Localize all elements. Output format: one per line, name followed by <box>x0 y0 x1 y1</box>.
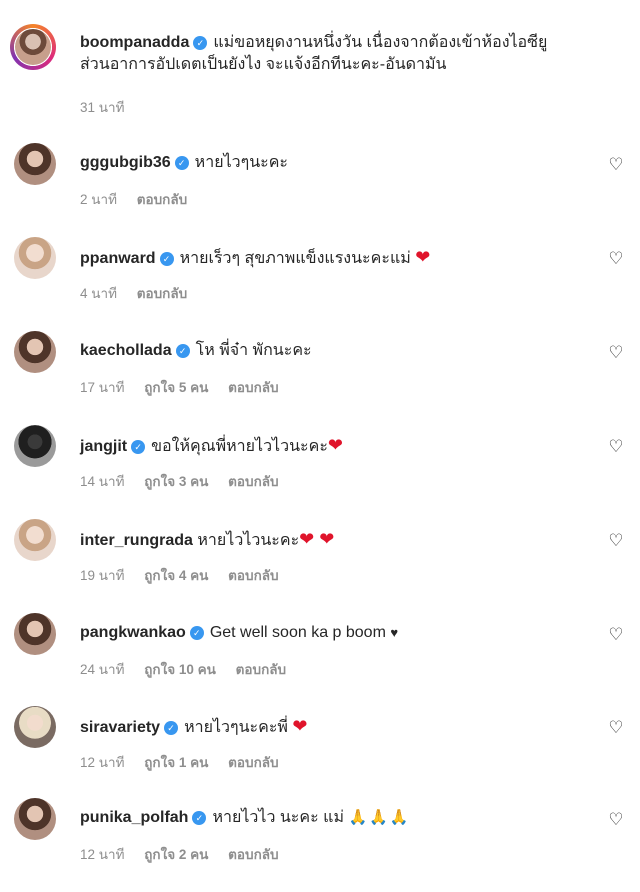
comment-username[interactable]: ppanward <box>80 250 156 267</box>
red-heart-emoji: ❤ <box>415 247 431 267</box>
red-heart-emoji: ❤ ❤ <box>299 529 335 549</box>
praying-hands-emoji: 🙏🙏🙏 <box>348 809 411 826</box>
author-username[interactable]: boompanadda <box>80 34 189 51</box>
caption-text: boompanadda ✓ แม่ขอหยุดงานหนึ่งวัน เนื่องจ… <box>80 32 620 76</box>
reply-button[interactable]: ตอบกลับ <box>137 192 187 207</box>
like-heart-icon[interactable]: ♡ <box>607 811 625 829</box>
comment-timestamp: 12 นาที <box>80 847 125 862</box>
comment-text: หายไวๆนะคะพี่ <box>184 719 288 736</box>
like-heart-icon[interactable]: ♡ <box>607 626 625 644</box>
reply-button[interactable]: ตอบกลับ <box>228 847 278 862</box>
author-avatar[interactable] <box>10 24 56 70</box>
comment-item: gggubgib36 ✓ หายไวๆนะคะ 2 นาที ตอบกลับ ♡ <box>0 143 640 237</box>
comment-timestamp: 4 นาที <box>80 286 117 301</box>
avatar[interactable] <box>14 613 56 655</box>
verified-badge-icon: ✓ <box>131 440 146 454</box>
like-heart-icon[interactable]: ♡ <box>607 532 625 550</box>
avatar[interactable] <box>14 425 56 467</box>
like-count[interactable]: ถูกใจ 2 คน <box>144 847 208 862</box>
reply-button[interactable]: ตอบกลับ <box>228 755 278 770</box>
comment-text: หายเร็วๆ สุขภาพแข็งแรงนะคะแม่ <box>179 250 411 267</box>
reply-button[interactable]: ตอบกลับ <box>137 286 187 301</box>
avatar[interactable] <box>14 519 56 561</box>
like-heart-icon[interactable]: ♡ <box>607 438 625 456</box>
comment-item: pangkwankao ✓ Get well soon ka p boom ♥ 24… <box>0 613 640 707</box>
comment-username[interactable]: jangjit <box>80 438 127 455</box>
comment-username[interactable]: gggubgib36 <box>80 154 171 171</box>
comment-username[interactable]: punika_polfah <box>80 809 188 826</box>
avatar[interactable] <box>14 237 56 279</box>
verified-badge-icon: ✓ <box>174 156 189 170</box>
comment-username[interactable]: pangkwankao <box>80 624 186 641</box>
comment-text: หายไวไวนะคะ <box>197 532 300 549</box>
comment-username[interactable]: siravariety <box>80 719 160 736</box>
avatar[interactable] <box>14 798 56 840</box>
verified-badge-icon: ✓ <box>175 344 190 358</box>
like-count[interactable]: ถูกใจ 5 คน <box>144 380 208 395</box>
comment-item: inter_rungrada หายไวไวนะคะ❤ ❤ 19 นาที ถู… <box>0 519 640 613</box>
verified-badge-icon: ✓ <box>159 252 174 266</box>
like-count[interactable]: ถูกใจ 4 คน <box>144 568 208 583</box>
verified-badge-icon: ✓ <box>192 811 207 825</box>
like-heart-icon[interactable]: ♡ <box>607 250 625 268</box>
comment-timestamp: 19 นาที <box>80 568 125 583</box>
caption-line-2: ส่วนอาการอัปเดตเป็นยังไง จะแจ้งอีกทีนะคะ… <box>80 56 447 73</box>
comment-username[interactable]: kaechollada <box>80 342 172 359</box>
comment-text: หายไวๆนะคะ <box>194 154 289 171</box>
post-caption: boompanadda ✓ แม่ขอหยุดงานหนึ่งวัน เนื่องจ… <box>0 0 640 120</box>
comment-timestamp: 2 นาที <box>80 192 117 207</box>
reply-button[interactable]: ตอบกลับ <box>228 380 278 395</box>
comment-item: ppanward ✓ หายเร็วๆ สุขภาพแข็งแรงนะคะแม่ ❤… <box>0 237 640 331</box>
comment-item: siravariety ✓ หายไวๆนะคะพี่ ❤ 12 นาที ถูกใ… <box>0 706 640 800</box>
comment-item: punika_polfah ✓ หายไวไว นะคะ แม่ 🙏🙏🙏 12 นา… <box>0 798 640 892</box>
caption-timestamp: 31 นาที <box>80 100 125 115</box>
comment-timestamp: 17 นาที <box>80 380 125 395</box>
comment-text: ขอให้คุณพี่หายไวไวนะคะ <box>151 438 328 455</box>
like-count[interactable]: ถูกใจ 1 คน <box>144 755 208 770</box>
avatar[interactable] <box>14 706 56 748</box>
like-heart-icon[interactable]: ♡ <box>607 344 625 362</box>
reply-button[interactable]: ตอบกลับ <box>228 474 278 489</box>
verified-badge-icon: ✓ <box>164 721 179 735</box>
comment-item: jangjit ✓ ขอให้คุณพี่หายไวไวนะคะ❤ 14 นาที … <box>0 425 640 519</box>
comment-timestamp: 12 นาที <box>80 755 125 770</box>
heart-emoji: ❤ <box>292 716 308 736</box>
avatar[interactable] <box>14 143 56 185</box>
like-heart-icon[interactable]: ♡ <box>607 156 625 174</box>
verified-badge-icon: ✓ <box>189 626 204 640</box>
reply-button[interactable]: ตอบกลับ <box>228 568 278 583</box>
like-heart-icon[interactable]: ♡ <box>607 719 625 737</box>
comment-text: Get well soon ka p boom <box>209 624 386 641</box>
comment-text: หายไวไว นะคะ แม่ <box>212 809 344 826</box>
comment-text: โห พี่จ๋า พักนะคะ <box>195 342 312 359</box>
caption-line-1: แม่ขอหยุดงานหนึ่งวัน เนื่องจากต้องเข้าห้… <box>213 34 548 51</box>
comment-timestamp: 14 นาที <box>80 474 125 489</box>
like-count[interactable]: ถูกใจ 3 คน <box>144 474 208 489</box>
comment-timestamp: 24 นาที <box>80 662 125 677</box>
like-count[interactable]: ถูกใจ 10 คน <box>144 662 216 677</box>
avatar[interactable] <box>14 331 56 373</box>
black-heart-emoji: ♥ <box>390 625 399 640</box>
reply-button[interactable]: ตอบกลับ <box>236 662 286 677</box>
comment-item: kaechollada ✓ โห พี่จ๋า พักนะคะ 17 นาที ถู… <box>0 331 640 425</box>
verified-badge-icon: ✓ <box>193 36 208 50</box>
red-heart-emoji: ❤ <box>327 435 343 455</box>
comment-username[interactable]: inter_rungrada <box>80 532 193 549</box>
